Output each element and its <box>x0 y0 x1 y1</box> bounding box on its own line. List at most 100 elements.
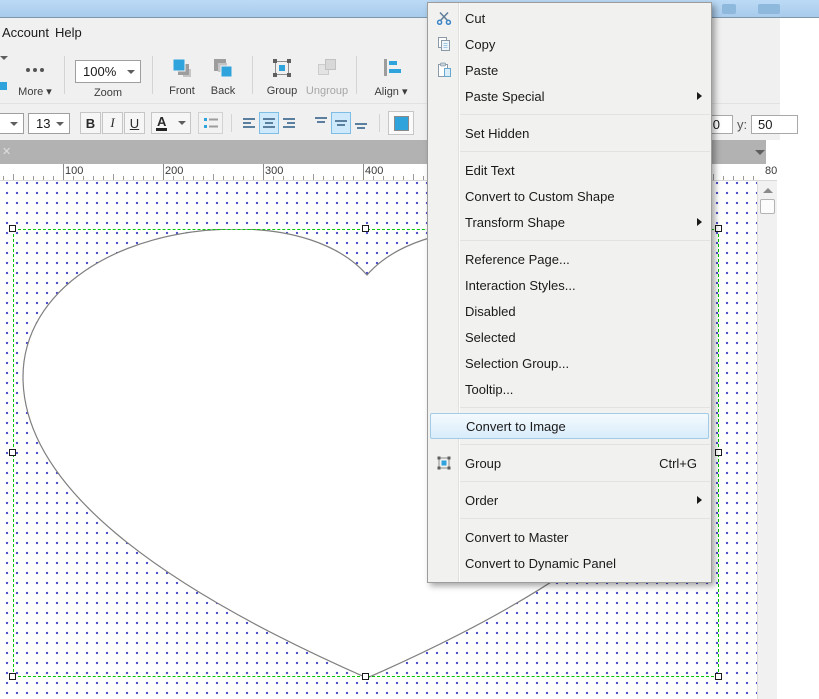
selection-handle[interactable] <box>715 449 722 456</box>
menu-item-cut[interactable]: Cut <box>428 5 711 31</box>
align-button[interactable]: Align ▾ <box>368 57 414 98</box>
align-right-button[interactable] <box>279 112 299 134</box>
menu-item-selected[interactable]: Selected <box>428 324 711 350</box>
menu-item-paste[interactable]: Paste <box>428 57 711 83</box>
align-icon <box>380 57 402 79</box>
fill-color-button[interactable] <box>388 111 414 135</box>
ruler-tick <box>293 176 294 180</box>
ruler-tick <box>243 176 244 180</box>
menu-item-label: Order <box>459 493 697 508</box>
menu-item-label: Paste Special <box>459 89 697 104</box>
chevron-down-icon <box>0 56 8 60</box>
ruler-label: 100 <box>65 165 83 177</box>
selection-handle[interactable] <box>9 449 16 456</box>
tab-overflow-icon[interactable] <box>755 150 765 155</box>
selection-handle[interactable] <box>715 225 722 232</box>
underline-button[interactable]: U <box>124 112 145 134</box>
menu-item-label: Copy <box>459 37 711 52</box>
clipped-toolbar-button[interactable] <box>0 56 8 90</box>
ruler-tick <box>53 176 54 180</box>
align-top-button[interactable] <box>311 112 331 134</box>
menu-item-selection-group[interactable]: Selection Group... <box>428 350 711 376</box>
selection-handle[interactable] <box>9 673 16 680</box>
bold-button[interactable]: B <box>80 112 101 134</box>
context-menu: Cut Copy Paste Paste Special Set Hidden Edit … <box>427 2 712 583</box>
scrollbar-thumb[interactable] <box>760 199 775 214</box>
y-position-label: y: <box>737 117 747 132</box>
menubar-item-account[interactable]: Account <box>0 18 55 48</box>
menu-item-label: Reference Page... <box>459 252 711 267</box>
menubar-item-help[interactable]: Help <box>49 18 88 48</box>
menu-item-label: Paste <box>459 63 711 78</box>
vertical-scrollbar[interactable] <box>757 181 777 699</box>
ruler-tick <box>303 176 304 180</box>
ruler-tick <box>23 176 24 180</box>
menu-item-group[interactable]: GroupCtrl+G <box>428 450 711 476</box>
y-position-field[interactable]: 50 <box>751 115 798 134</box>
context-menu-separator <box>428 109 711 120</box>
chevron-down-icon <box>178 121 186 125</box>
menu-item-reference-page[interactable]: Reference Page... <box>428 246 711 272</box>
ruler-label: 800 <box>765 165 777 177</box>
menu-item-paste-special[interactable]: Paste Special <box>428 83 711 109</box>
underline-label: U <box>130 116 139 131</box>
more-label: More ▾ <box>12 85 58 98</box>
align-bottom-button[interactable] <box>351 112 371 134</box>
selection-handle[interactable] <box>715 673 722 680</box>
menu-item-label: Group <box>459 456 659 471</box>
menu-item-convert-to-master[interactable]: Convert to Master <box>428 524 711 550</box>
ruler-tick <box>153 176 154 180</box>
back-button[interactable]: Back <box>201 57 245 97</box>
tab-close-icon[interactable]: ✕ <box>2 145 11 158</box>
font-color-button[interactable]: A <box>151 112 191 134</box>
selection-handle[interactable] <box>362 673 369 680</box>
menu-item-interaction-styles[interactable]: Interaction Styles... <box>428 272 711 298</box>
font-family-combobox[interactable] <box>0 113 24 134</box>
menu-item-label: Interaction Styles... <box>459 278 711 293</box>
context-menu-separator <box>428 513 711 524</box>
italic-button[interactable]: I <box>102 112 123 134</box>
front-button[interactable]: Front <box>160 57 204 97</box>
window-control-mark[interactable] <box>722 4 736 14</box>
menu-item-label: Convert to Image <box>460 419 708 434</box>
window-control-mark[interactable] <box>758 4 780 14</box>
more-button[interactable]: More ▾ <box>12 57 58 98</box>
menu-item-convert-to-custom-shape[interactable]: Convert to Custom Shape <box>428 183 711 209</box>
bold-label: B <box>86 116 95 131</box>
ruler-label: 200 <box>165 165 183 177</box>
selection-handle[interactable] <box>362 225 369 232</box>
align-middle-button[interactable] <box>331 112 351 134</box>
align-center-icon <box>261 114 277 132</box>
menu-item-edit-text[interactable]: Edit Text <box>428 157 711 183</box>
scroll-up-icon[interactable] <box>763 188 773 193</box>
zoom-combobox[interactable]: 100% <box>75 60 141 83</box>
axure-app-window: Account Help More ▾ 100% Zoom <box>0 0 819 699</box>
ruler-tick <box>203 176 204 180</box>
toolbar-separator <box>231 114 232 132</box>
align-left-button[interactable] <box>239 112 259 134</box>
zoom-label: Zoom <box>75 87 141 99</box>
menu-item-tooltip[interactable]: Tooltip... <box>428 376 711 402</box>
zoom-value: 100% <box>76 64 127 79</box>
font-size-combobox[interactable]: 13 <box>28 113 70 134</box>
selection-handle[interactable] <box>9 225 16 232</box>
menu-item-convert-to-dynamic-panel[interactable]: Convert to Dynamic Panel <box>428 550 711 576</box>
menu-item-convert-to-image[interactable]: Convert to Image <box>430 413 709 439</box>
group-button[interactable]: Group <box>260 57 304 97</box>
menu-item-disabled[interactable]: Disabled <box>428 298 711 324</box>
font-color-label: A <box>156 115 167 131</box>
ungroup-button[interactable]: Ungroup <box>303 57 351 97</box>
context-menu-separator <box>428 439 711 450</box>
menu-item-copy[interactable]: Copy <box>428 31 711 57</box>
align-center-button[interactable] <box>259 112 279 134</box>
ruler-tick <box>353 176 354 180</box>
ruler-tick <box>163 164 164 180</box>
bullet-list-button[interactable] <box>198 112 223 134</box>
ruler-tick <box>753 176 754 180</box>
menu-item-order[interactable]: Order <box>428 487 711 513</box>
menu-item-set-hidden[interactable]: Set Hidden <box>428 120 711 146</box>
menu-item-transform-shape[interactable]: Transform Shape <box>428 209 711 235</box>
ruler-tick <box>63 164 64 180</box>
group-icon <box>271 57 293 79</box>
context-menu-separator <box>428 146 711 157</box>
